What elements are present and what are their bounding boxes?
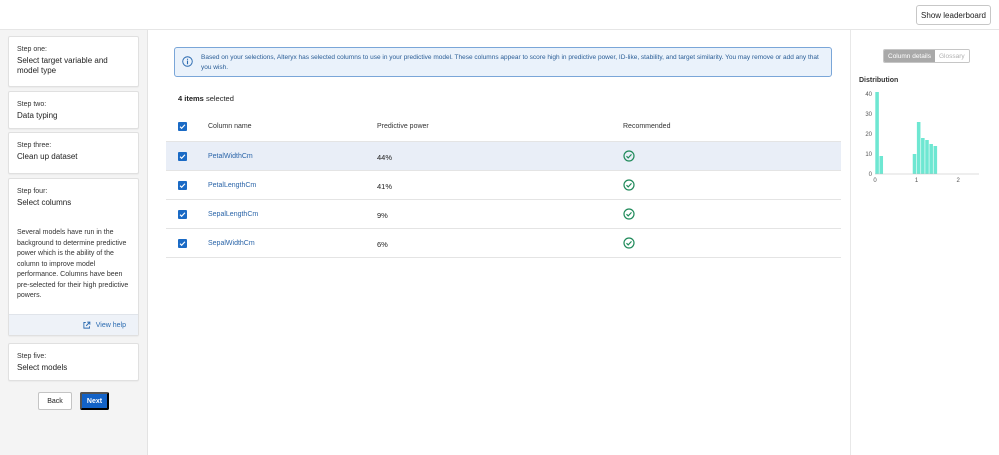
header-column-name[interactable]: Column name [208,123,252,130]
header-predictive-power[interactable]: Predictive power [377,123,429,130]
step-five[interactable]: Step five: Select models [8,343,139,381]
histogram-bar[interactable] [933,146,938,174]
histogram-bar[interactable] [916,122,921,174]
step-four[interactable]: Step four: Select columns Several models… [8,178,139,336]
recommended-check-icon [623,179,635,191]
step-label: Step three: [17,142,52,149]
predictive-power-value: 41% [377,182,393,191]
step-title: Clean up dataset [17,152,78,161]
histogram-bar[interactable] [921,138,925,174]
y-tick-label: 0 [869,172,873,178]
row-checkbox[interactable] [178,152,187,161]
recommended-check-icon [623,237,635,249]
check-icon [179,124,186,130]
step-title: Select columns [17,198,72,207]
column-name[interactable]: SepalWidthCm [208,240,255,247]
row-checkbox[interactable] [178,239,187,248]
predictive-power-value: 6% [377,240,388,249]
step-one[interactable]: Step one: Select target variable and mod… [8,36,139,87]
histogram-bar[interactable] [879,156,884,174]
steps-sidebar: Step one: Select target variable and mod… [0,30,148,455]
info-banner: Based on your selections, Alteryx has se… [174,47,832,77]
histogram-bar[interactable] [912,154,917,174]
details-toggle: Column details Glossary [883,49,970,63]
view-help-label: View help [95,321,126,329]
external-link-icon [83,321,91,329]
step-label: Step one: [17,46,47,53]
back-button[interactable]: Back [38,392,72,410]
y-tick-label: 10 [865,152,872,158]
next-button[interactable]: Next [80,392,109,410]
check-icon [179,183,186,189]
y-tick-label: 20 [865,132,872,138]
row-checkbox[interactable] [178,210,187,219]
distribution-chart: 0 10 20 30 40 0 1 2 [865,92,979,184]
histogram-bar[interactable] [925,140,929,174]
x-tick-label: 0 [873,178,877,184]
selection-count-suffix: selected [205,94,234,103]
check-icon [179,241,186,247]
info-text: Based on your selections, Alteryx has se… [201,54,819,71]
x-tick-label: 2 [957,178,961,184]
view-help-link[interactable]: View help [9,314,138,335]
recommended-check-icon [623,150,635,162]
predictive-power-value: 9% [377,211,388,220]
column-name[interactable]: PetalWidthCm [208,153,253,160]
selection-count-number: 4 items [178,94,204,103]
row-checkbox[interactable] [178,181,187,190]
step-two[interactable]: Step two: Data typing [8,91,139,129]
info-icon [182,56,193,67]
table-header-row: Column name Predictive power Recommended [166,112,841,142]
y-tick-label: 40 [865,92,872,98]
column-details-panel: Column details Glossary Distribution 0 10… [850,30,999,455]
check-icon [179,154,186,160]
step-title: Data typing [17,111,58,120]
step-description: Several models have run in the backgroun… [17,229,129,299]
show-leaderboard-button[interactable]: Show leaderboard [916,5,991,25]
selection-count: 4 items selected [178,94,234,103]
column-name[interactable]: PetalLengthCm [208,182,256,189]
step-title: Select target variable and model type [17,56,108,75]
distribution-title: Distribution [859,77,899,84]
top-bar: Show leaderboard [0,0,999,30]
step-three[interactable]: Step three: Clean up dataset [8,132,139,174]
columns-table: Column name Predictive power Recommended… [166,112,841,258]
predictive-power-value: 44% [377,153,393,162]
step-label: Step two: [17,101,47,108]
recommended-check-icon [623,208,635,220]
step-label: Step four: [17,188,48,195]
histogram-bar[interactable] [929,144,933,174]
table-row[interactable]: PetalLengthCm 41% [166,171,841,200]
tab-column-details[interactable]: Column details [884,50,935,62]
histogram-bar[interactable] [875,92,879,174]
tab-glossary[interactable]: Glossary [935,50,969,62]
column-name[interactable]: SepalLengthCm [208,211,258,218]
y-tick-label: 30 [865,112,872,118]
table-row[interactable]: PetalWidthCm 44% [166,142,841,171]
select-all-checkbox[interactable] [178,122,187,131]
header-recommended[interactable]: Recommended [623,123,670,130]
check-icon [179,212,186,218]
step-label: Step five: [17,353,47,360]
step-title: Select models [17,363,68,372]
x-tick-label: 1 [915,178,919,184]
table-row[interactable]: SepalLengthCm 9% [166,200,841,229]
table-row[interactable]: SepalWidthCm 6% [166,229,841,258]
